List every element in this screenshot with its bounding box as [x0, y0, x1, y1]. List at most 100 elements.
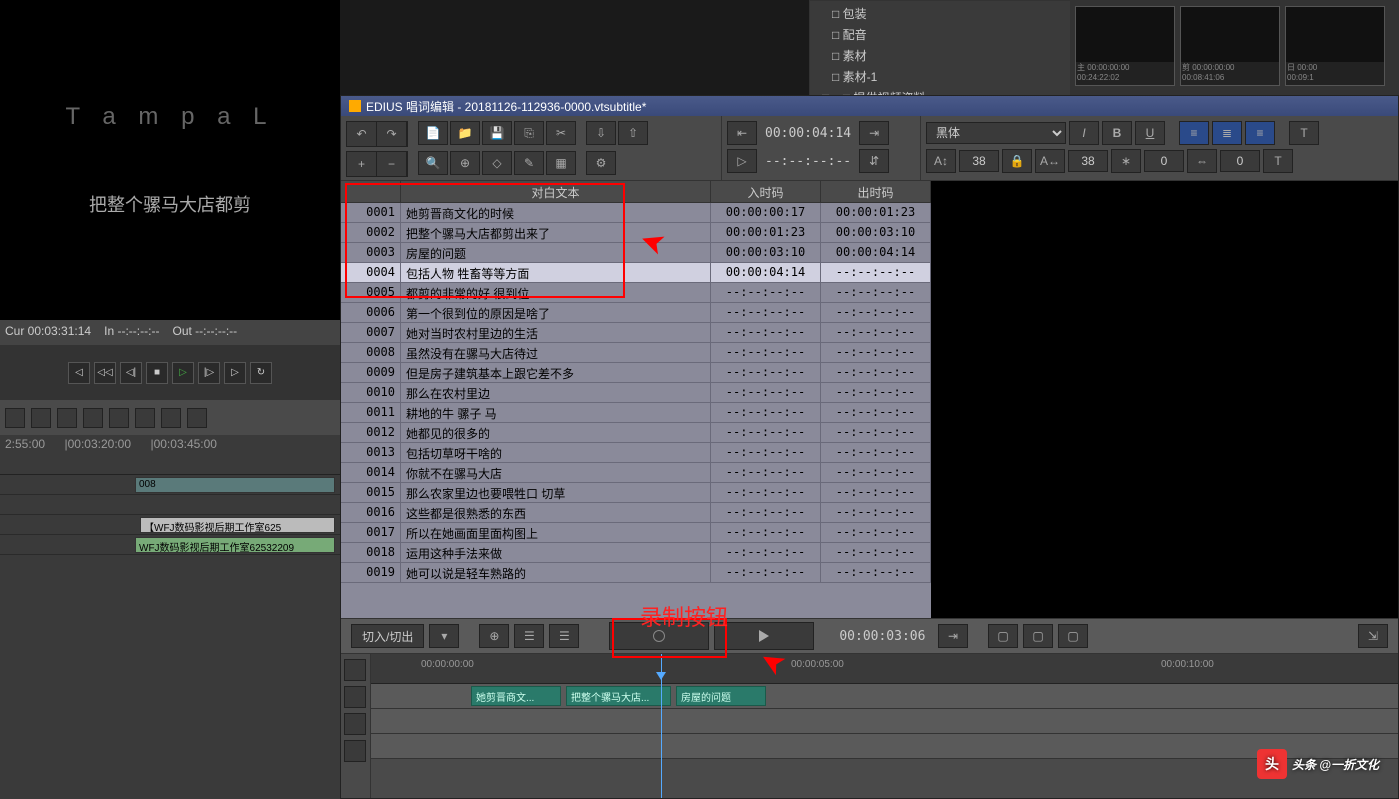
bold-btn[interactable]: B	[1102, 121, 1132, 145]
row-out-tc[interactable]: --:--:--:--	[821, 343, 931, 362]
row-in-tc[interactable]: 00:00:01:23	[711, 223, 821, 242]
timeline-track[interactable]: 她剪晋商文...把整个骡马大店...房屋的问题	[371, 684, 1398, 709]
row-in-tc[interactable]: --:--:--:--	[711, 303, 821, 322]
row-text[interactable]: 她对当时农村里边的生活	[401, 323, 711, 342]
clip-label[interactable]: 【WFJ数码影视后期工作室625	[140, 517, 335, 533]
track[interactable]: 008	[0, 475, 340, 495]
row-text[interactable]: 包括人物 牲畜等等方面	[401, 263, 711, 282]
table-row[interactable]: 0014你就不在骡马大店--:--:--:----:--:--:--	[341, 463, 931, 483]
export-btn[interactable]: ⇧	[618, 121, 648, 145]
settings-btn[interactable]: ⚙	[586, 151, 616, 175]
table-row[interactable]: 0017所以在她画面里面构图上--:--:--:----:--:--:--	[341, 523, 931, 543]
row-in-tc[interactable]: --:--:--:--	[711, 403, 821, 422]
row-text[interactable]: 她可以说是轻车熟路的	[401, 563, 711, 582]
tc-btn[interactable]: ⇵	[859, 149, 889, 173]
tool-btn[interactable]: ☰	[549, 624, 579, 648]
tool-btn[interactable]	[135, 408, 155, 428]
tc-btn[interactable]: ▷	[727, 149, 757, 173]
table-row[interactable]: 0008虽然没有在骡马大店待过--:--:--:----:--:--:--	[341, 343, 931, 363]
prev-btn[interactable]: ◁	[68, 362, 90, 384]
row-text[interactable]: 包括切草呀干啥的	[401, 443, 711, 462]
open-btn[interactable]: 📁	[450, 121, 480, 145]
tool-btn[interactable]	[31, 408, 51, 428]
tool-btn[interactable]: ☰	[514, 624, 544, 648]
tool-btn[interactable]: ▢	[1058, 624, 1088, 648]
main-timeline[interactable]: 2:55:00 |00:03:20:00 |00:03:45:00 008 【W…	[0, 435, 340, 799]
row-in-tc[interactable]: --:--:--:--	[711, 563, 821, 582]
row-in-tc[interactable]: --:--:--:--	[711, 543, 821, 562]
lock-icon[interactable]: 🔒	[1002, 149, 1032, 173]
row-text[interactable]: 她剪晋商文化的时候	[401, 203, 711, 222]
row-in-tc[interactable]: --:--:--:--	[711, 283, 821, 302]
step-back-btn[interactable]: ◁|	[120, 362, 142, 384]
row-out-tc[interactable]: 00:00:01:23	[821, 203, 931, 222]
cut-icon[interactable]	[57, 408, 77, 428]
playhead[interactable]	[661, 654, 662, 798]
row-out-tc[interactable]: --:--:--:--	[821, 423, 931, 442]
row-out-tc[interactable]: --:--:--:--	[821, 383, 931, 402]
tool-btn[interactable]: ⊕	[479, 624, 509, 648]
timeline-main[interactable]: 00:00:00:00 00:00:05:00 00:00:10:00 她剪晋商…	[371, 654, 1398, 798]
row-in-tc[interactable]: --:--:--:--	[711, 463, 821, 482]
track-btn[interactable]	[344, 713, 366, 735]
row-out-tc[interactable]: 00:00:04:14	[821, 243, 931, 262]
row-out-tc[interactable]: --:--:--:--	[821, 263, 931, 282]
table-row[interactable]: 0013包括切草呀干啥的--:--:--:----:--:--:--	[341, 443, 931, 463]
row-text[interactable]: 都剪的非常的好 很到位	[401, 283, 711, 302]
table-row[interactable]: 0006第一个很到位的原因是啥了--:--:--:----:--:--:--	[341, 303, 931, 323]
row-in-tc[interactable]: 00:00:00:17	[711, 203, 821, 222]
row-out-tc[interactable]: --:--:--:--	[821, 503, 931, 522]
rew-btn[interactable]: ◁◁	[94, 362, 116, 384]
align-right-btn[interactable]: ≡	[1245, 121, 1275, 145]
tc-btn[interactable]: ⇥	[859, 121, 889, 145]
row-in-tc[interactable]: --:--:--:--	[711, 363, 821, 382]
row-text[interactable]: 但是房子建筑基本上跟它差不多	[401, 363, 711, 382]
row-in-tc[interactable]: 00:00:03:10	[711, 243, 821, 262]
step-fwd-btn[interactable]: |▷	[198, 362, 220, 384]
col-text[interactable]: 对白文本	[401, 181, 711, 202]
track[interactable]	[0, 495, 340, 515]
table-row[interactable]: 0003房屋的问题00:00:03:1000:00:04:14	[341, 243, 931, 263]
font-size-input[interactable]	[959, 150, 999, 172]
row-text[interactable]: 耕地的牛 骡子 马	[401, 403, 711, 422]
bin-item[interactable]: 配音	[812, 24, 1068, 45]
add-btn[interactable]: +	[347, 152, 377, 176]
tool-btn[interactable]: ▦	[546, 151, 576, 175]
bin-item[interactable]: 素材-1	[812, 66, 1068, 87]
copy-btn[interactable]: ⎘	[514, 121, 544, 145]
row-out-tc[interactable]: --:--:--:--	[821, 443, 931, 462]
table-row[interactable]: 0007她对当时农村里边的生活--:--:--:----:--:--:--	[341, 323, 931, 343]
row-out-tc[interactable]: --:--:--:--	[821, 403, 931, 422]
timeline-ruler[interactable]: 00:00:00:00 00:00:05:00 00:00:10:00	[371, 654, 1398, 684]
tool-btn[interactable]: ◇	[482, 151, 512, 175]
row-text[interactable]: 她都见的很多的	[401, 423, 711, 442]
row-out-tc[interactable]: --:--:--:--	[821, 483, 931, 502]
search-btn[interactable]: 🔍	[418, 151, 448, 175]
row-in-tc[interactable]: --:--:--:--	[711, 523, 821, 542]
tool-btn[interactable]: ▢	[1023, 624, 1053, 648]
loop-btn[interactable]: ↻	[250, 362, 272, 384]
clip[interactable]: WFJ数码影视后期工作室62532209	[135, 537, 335, 553]
stop-btn[interactable]: ■	[146, 362, 168, 384]
table-row[interactable]: 0001她剪晋商文化的时候00:00:00:1700:00:01:23	[341, 203, 931, 223]
row-text[interactable]: 你就不在骡马大店	[401, 463, 711, 482]
zoom-btn[interactable]: ⊕	[450, 151, 480, 175]
col-out[interactable]: 出时码	[821, 181, 931, 202]
row-out-tc[interactable]: --:--:--:--	[821, 323, 931, 342]
save-btn[interactable]: 💾	[482, 121, 512, 145]
redo-btn[interactable]: ↷	[377, 122, 407, 146]
num-input[interactable]	[1220, 150, 1260, 172]
record-button[interactable]	[609, 622, 709, 650]
row-out-tc[interactable]: --:--:--:--	[821, 543, 931, 562]
row-text[interactable]: 虽然没有在骡马大店待过	[401, 343, 711, 362]
tool-btn[interactable]	[187, 408, 207, 428]
window-titlebar[interactable]: EDIUS 唱词编辑 - 20181126-112936-0000.vtsubt…	[341, 96, 1398, 116]
import-btn[interactable]: ⇩	[586, 121, 616, 145]
underline-btn[interactable]: U	[1135, 121, 1165, 145]
table-row[interactable]: 0005都剪的非常的好 很到位--:--:--:----:--:--:--	[341, 283, 931, 303]
row-in-tc[interactable]: --:--:--:--	[711, 343, 821, 362]
row-text[interactable]: 运用这种手法来做	[401, 543, 711, 562]
dropdown-icon[interactable]: ▾	[429, 624, 459, 648]
tool-btn[interactable]: ⇥	[938, 624, 968, 648]
row-out-tc[interactable]: --:--:--:--	[821, 523, 931, 542]
